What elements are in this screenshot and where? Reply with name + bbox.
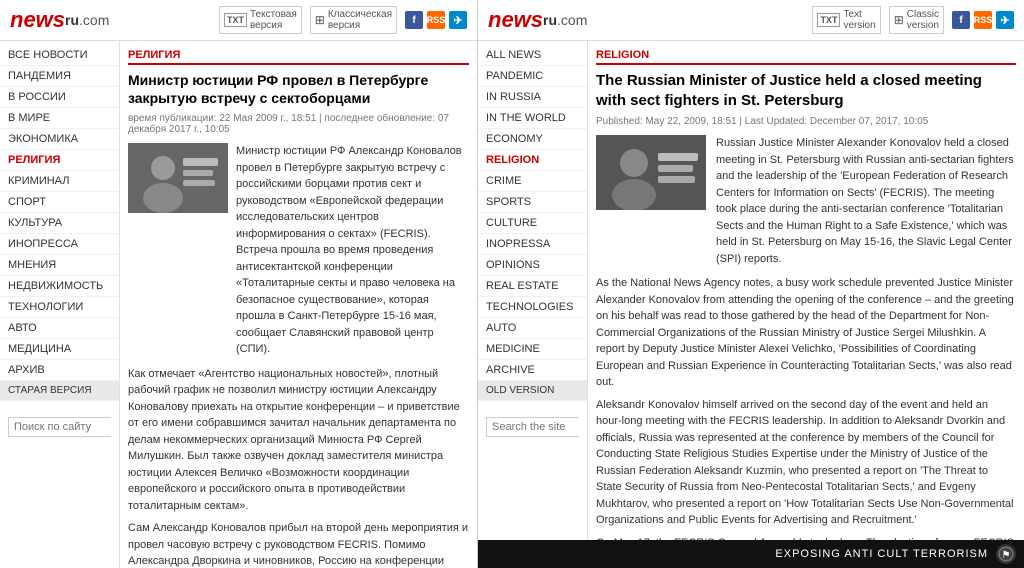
right-content: ALL NEWS PANDEMIC IN RUSSIA IN THE WORLD… [478,41,1024,540]
left-logo-ru: ru [65,12,79,28]
left-nav-realestate[interactable]: НЕДВИЖИМОСТЬ [0,276,119,297]
left-classic-version-label: Классическаяверсия [328,9,392,31]
right-telegram-icon[interactable]: ✈ [996,11,1014,29]
right-social-icons: f RSS ✈ [952,11,1014,29]
left-nav-opinions[interactable]: МНЕНИЯ [0,255,119,276]
left-nav-economy[interactable]: ЭКОНОМИКА [0,129,119,150]
right-nav-tech[interactable]: TECHNOLOGIES [478,297,587,318]
left-content: ВСЕ НОВОСТИ ПАНДЕМИЯ В РОССИИ В МИРЕ ЭКО… [0,41,477,568]
right-header-tools: TXT Textversion ⊞ Classicversion f RSS ✈ [812,6,1014,34]
left-nav-pandemic[interactable]: ПАНДЕМИЯ [0,66,119,87]
bottom-banner: EXPOSING ANTI CULT TERRORISM ⚑ [478,540,1024,568]
left-article-title: Министр юстиции РФ провел в Петербурге з… [128,71,469,107]
right-article-meta: Published: May 22, 2009, 18:51 | Last Up… [596,116,1016,127]
classic-icon-right: ⊞ [894,13,904,27]
right-logo: newsru.com [488,7,587,33]
right-search-input[interactable] [487,418,588,436]
left-main-content: РЕЛИГИЯ Министр юстиции РФ провел в Пете… [120,41,477,568]
right-panel: newsru.com TXT Textversion ⊞ Classicvers… [478,0,1024,568]
left-article-image [128,143,228,213]
txt-icon: TXT [224,13,247,27]
right-rss-icon[interactable]: RSS [974,11,992,29]
right-nav-auto[interactable]: AUTO [478,318,587,339]
left-panel: newsru.com TXT Текстоваяверсия ⊞ Классич… [0,0,478,568]
right-nav-pandemic[interactable]: PANDEMIC [478,66,587,87]
left-sidebar: ВСЕ НОВОСТИ ПАНДЕМИЯ В РОССИИ В МИРЕ ЭКО… [0,41,120,568]
right-classic-version-label: Classicversion [907,9,939,31]
txt-icon-right: TXT [817,13,840,27]
left-article-text3: Сам Александр Коновалов прибыл на второй… [128,520,469,568]
right-text-version-label: Textversion [843,9,875,31]
right-text-version-btn[interactable]: TXT Textversion [812,6,880,34]
right-logo-ru: ru [543,12,557,28]
classic-icon: ⊞ [315,13,325,27]
left-nav-archive[interactable]: АРХИВ [0,360,119,381]
left-section-label: РЕЛИГИЯ [128,49,469,65]
right-nav-medicine[interactable]: MEDICINE [478,339,587,360]
right-article-text1: Russian Justice Minister Alexander Konov… [716,135,1016,267]
left-logo: newsru.com [10,7,109,33]
right-nav-religion[interactable]: RELIGION [478,150,587,171]
left-header: newsru.com TXT Текстоваяверсия ⊞ Классич… [0,0,477,41]
right-facebook-icon[interactable]: f [952,11,970,29]
right-search-box: ▶ [486,417,579,437]
right-article-image [596,135,706,210]
right-section-label: RELIGION [596,49,1016,65]
left-text-version-btn[interactable]: TXT Текстоваяверсия [219,6,302,34]
right-nav-culture[interactable]: CULTURE [478,213,587,234]
left-nav-medicine[interactable]: МЕДИЦИНА [0,339,119,360]
right-main-content: RELIGION The Russian Minister of Justice… [588,41,1024,540]
left-nav-old-version[interactable]: СТАРАЯ ВЕРСИЯ [0,381,119,401]
left-nav-tech[interactable]: ТЕХНОЛОГИИ [0,297,119,318]
left-article-text2: Как отмечает «Агентство национальных нов… [128,366,469,515]
left-article-text1: Министр юстиции РФ Александр Коновалов п… [236,143,469,358]
right-nav-opinions[interactable]: OPINIONS [478,255,587,276]
right-logo-com: .com [557,12,587,28]
right-nav-all-news[interactable]: ALL NEWS [478,45,587,66]
left-article-image-placeholder [128,143,228,213]
right-nav-crime[interactable]: CRIME [478,171,587,192]
left-rss-icon[interactable]: RSS [427,11,445,29]
left-nav-religion[interactable]: РЕЛИГИЯ [0,150,119,171]
left-nav-world[interactable]: В МИРЕ [0,108,119,129]
right-nav-world[interactable]: IN THE WORLD [478,108,587,129]
left-nav-culture[interactable]: КУЛЬТУРА [0,213,119,234]
svg-text:⚑: ⚑ [1002,550,1011,561]
left-nav-crime[interactable]: КРИМИНАЛ [0,171,119,192]
left-nav-all-news[interactable]: ВСЕ НОВОСТИ [0,45,119,66]
right-logo-news: news [488,7,543,33]
right-nav-archive[interactable]: ARCHIVE [478,360,587,381]
right-nav-economy[interactable]: ECONOMY [478,129,587,150]
left-facebook-icon[interactable]: f [405,11,423,29]
right-article-text3: Aleksandr Konovalov himself arrived on t… [596,397,1016,529]
right-nav-inopressa[interactable]: INOPRESSA [478,234,587,255]
right-article-body: Russian Justice Minister Alexander Konov… [596,135,1016,267]
bottom-banner-text: EXPOSING ANTI CULT TERRORISM [775,548,988,560]
right-article-text2: As the National News Agency notes, a bus… [596,275,1016,391]
left-search-input[interactable] [9,418,120,436]
left-search-box: ▶ [8,417,111,437]
left-header-tools: TXT Текстоваяверсия ⊞ Классическаяверсия… [219,6,467,34]
right-nav-realestate[interactable]: REAL ESTATE [478,276,587,297]
left-nav-auto[interactable]: АВТО [0,318,119,339]
left-logo-com: .com [79,12,109,28]
left-nav-sport[interactable]: СПОРТ [0,192,119,213]
right-nav-sports[interactable]: SPORTS [478,192,587,213]
left-classic-version-btn[interactable]: ⊞ Классическаяверсия [310,6,397,34]
left-text-version-label: Текстоваяверсия [250,9,297,31]
right-classic-version-btn[interactable]: ⊞ Classicversion [889,6,944,34]
left-article-meta: время публикации: 22 Мая 2009 г., 18:51 … [128,113,469,135]
right-nav-old-version[interactable]: OLD VERSION [478,381,587,401]
right-article-title: The Russian Minister of Justice held a c… [596,71,1016,110]
left-social-icons: f RSS ✈ [405,11,467,29]
left-telegram-icon[interactable]: ✈ [449,11,467,29]
left-nav-inopressa[interactable]: ИНОПРЕССА [0,234,119,255]
right-sidebar: ALL NEWS PANDEMIC IN RUSSIA IN THE WORLD… [478,41,588,540]
left-article-body: Министр юстиции РФ Александр Коновалов п… [128,143,469,358]
right-header: newsru.com TXT Textversion ⊞ Classicvers… [478,0,1024,41]
left-logo-news: news [10,7,65,33]
bottom-banner-icon: ⚑ [996,544,1016,564]
right-nav-russia[interactable]: IN RUSSIA [478,87,587,108]
left-nav-russia[interactable]: В РОССИИ [0,87,119,108]
